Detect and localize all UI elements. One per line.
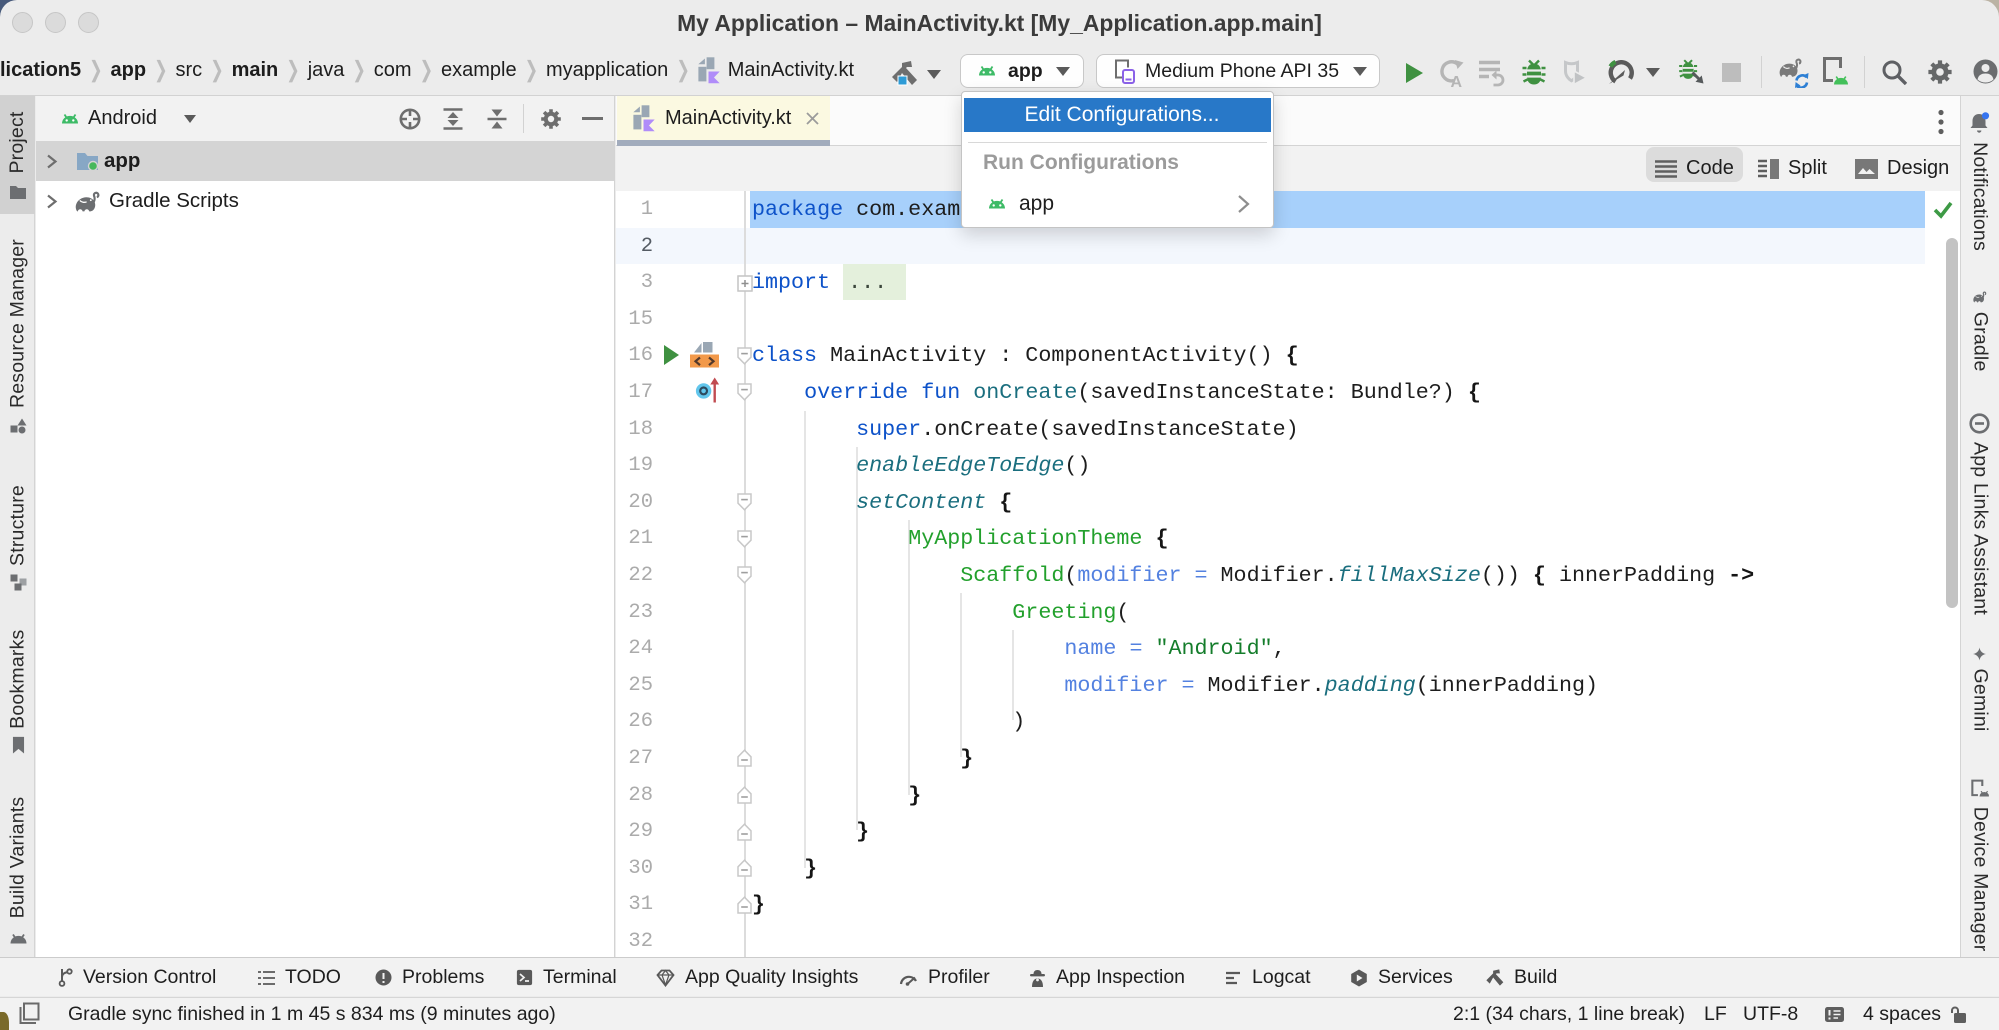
svg-text:A: A [1451, 74, 1463, 87]
